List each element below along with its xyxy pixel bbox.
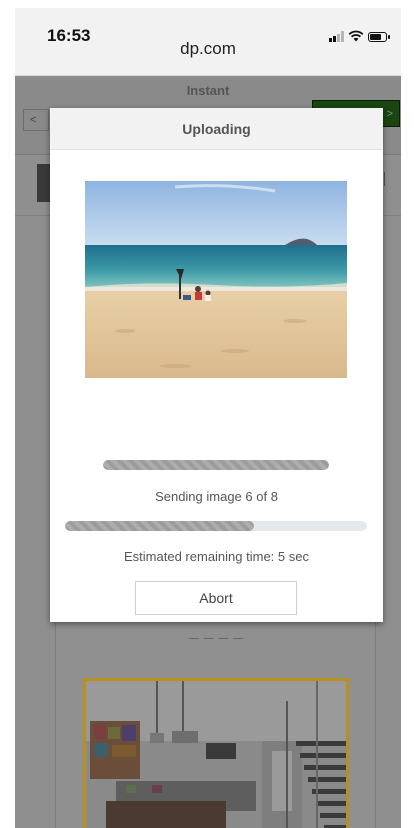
battery-icon [368, 32, 390, 42]
upload-dialog: Uploading Sending image 6 of 8 Estimated… [50, 108, 383, 622]
status-bar: 16:53 dp.com [15, 8, 401, 76]
toolbar-divider [384, 172, 385, 186]
image-progress-bar [103, 460, 329, 470]
room-photo[interactable] [83, 678, 349, 828]
status-icons [329, 28, 390, 42]
address-url[interactable]: dp.com [15, 39, 401, 59]
phone-screen: 16:53 dp.com Instant < > — — — — Uploadi… [15, 8, 401, 828]
remaining-time-text: Estimated remaining time: 5 sec [124, 549, 309, 564]
image-progress-fill [103, 460, 329, 470]
total-progress-fill [65, 521, 254, 531]
uploading-photo [85, 181, 347, 378]
abort-button[interactable]: Abort [135, 581, 297, 615]
sending-status-text: Sending image 6 of 8 [155, 489, 278, 504]
room-photo-image [86, 681, 346, 828]
page-title: Instant [186, 83, 230, 98]
signal-icon [329, 31, 344, 42]
card-caption: — — — — [188, 633, 245, 644]
wifi-icon [348, 30, 364, 42]
back-button[interactable]: < [23, 109, 49, 131]
total-progress-bar [65, 521, 367, 531]
dialog-title: Uploading [50, 108, 383, 150]
